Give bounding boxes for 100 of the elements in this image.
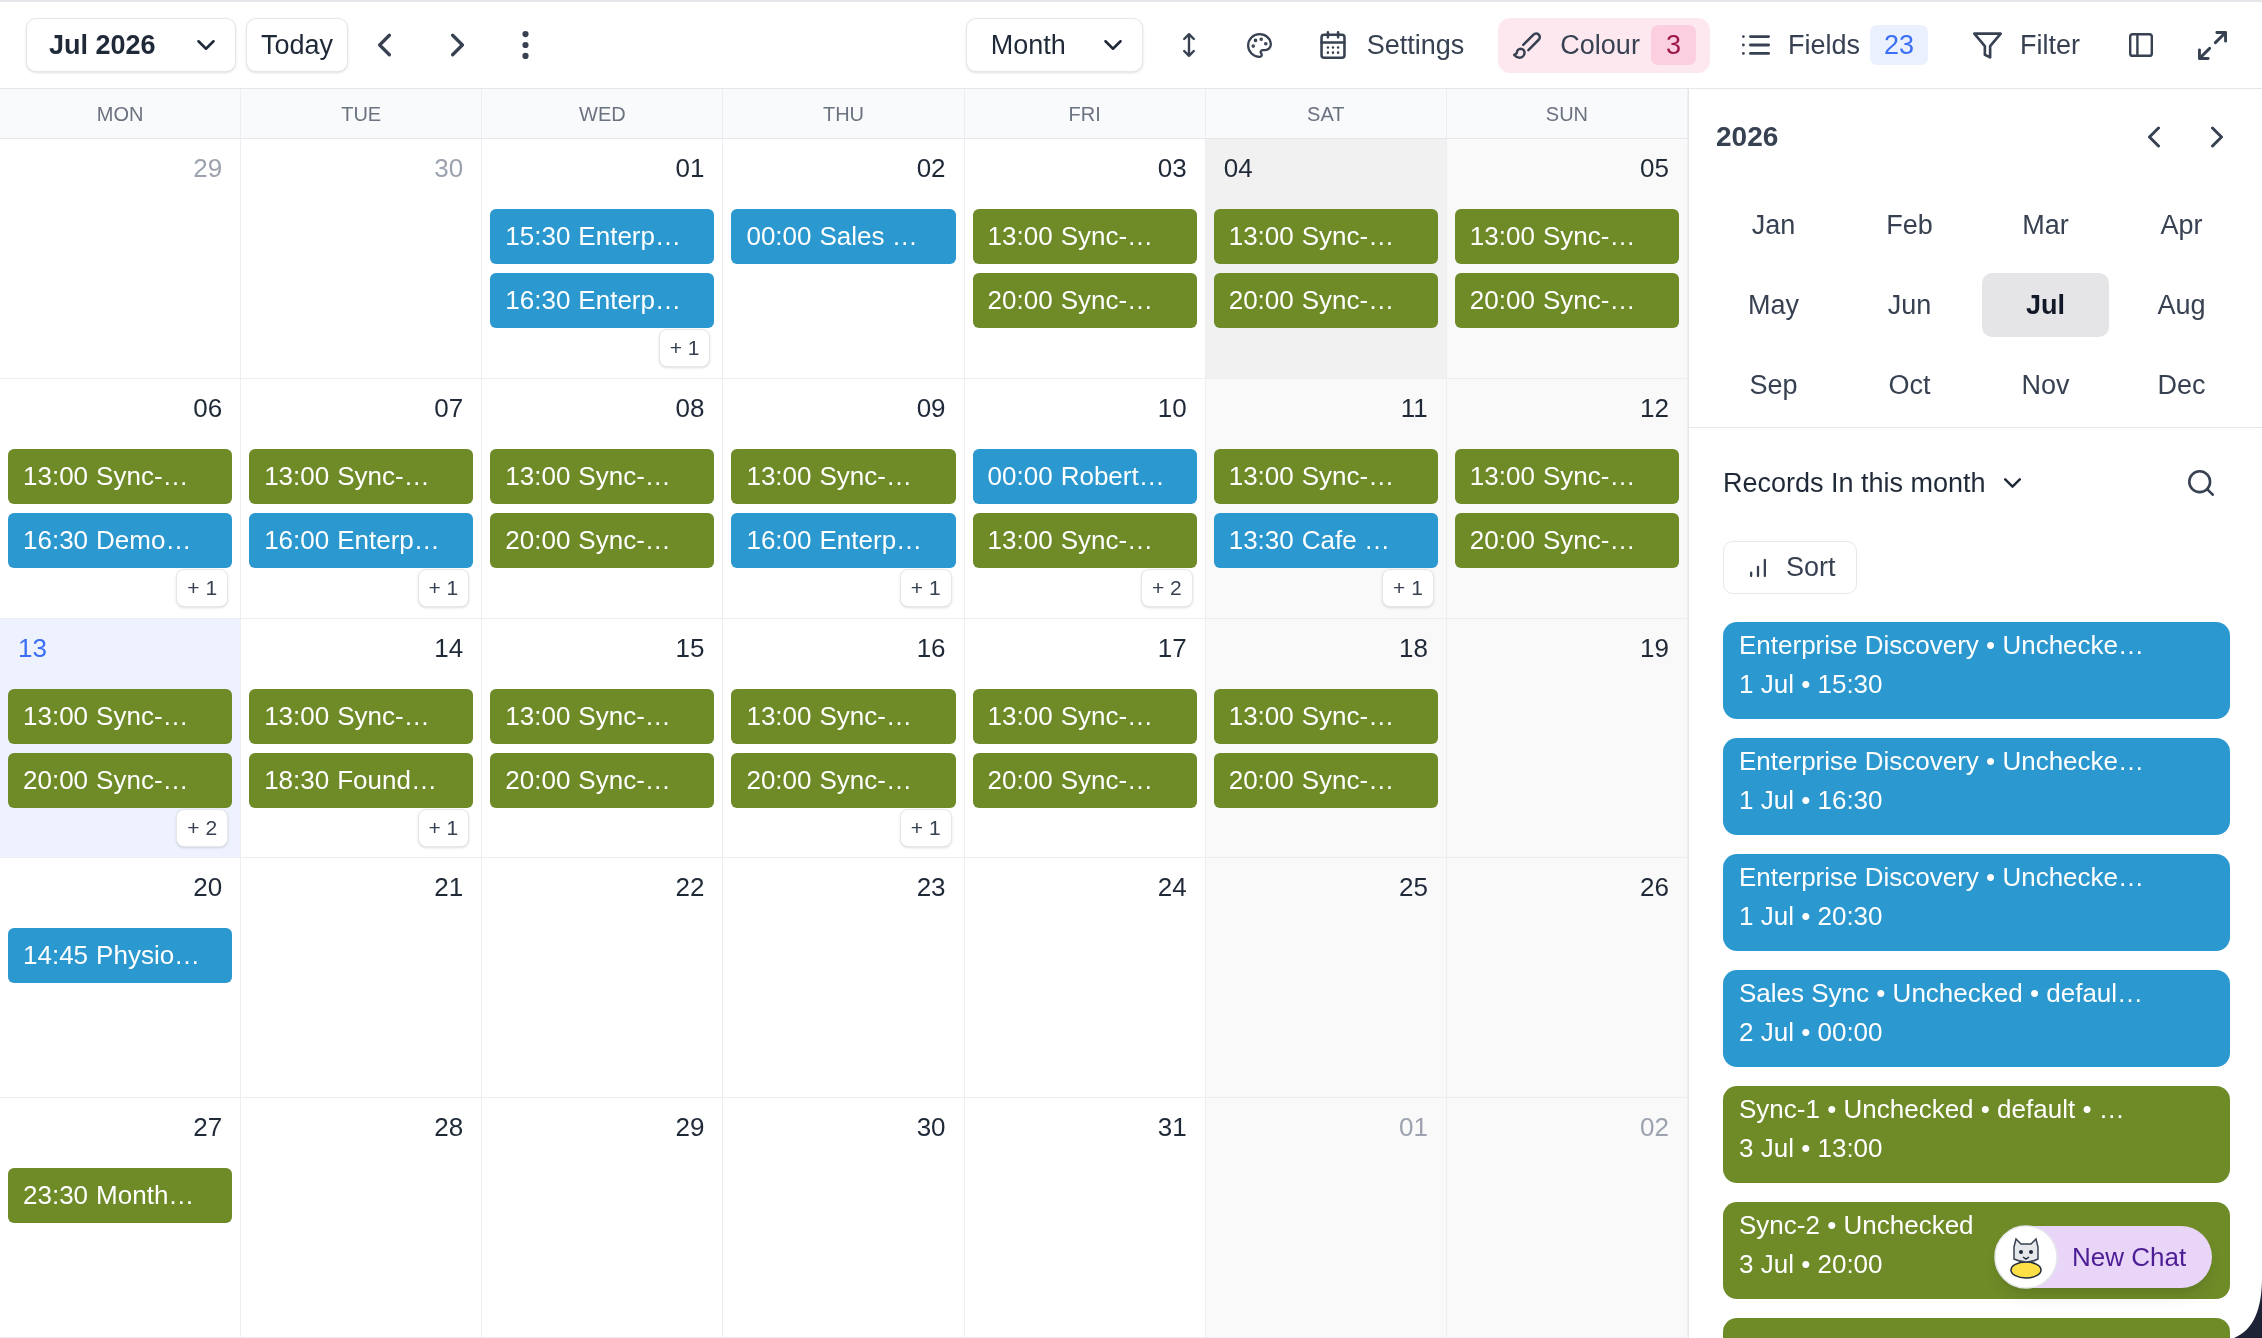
month-option[interactable]: Jul: [1982, 273, 2109, 337]
month-option[interactable]: Feb: [1846, 193, 1973, 257]
day-cell[interactable]: 11 13:00 Sync-… 13:30 Cafe … + 1: [1205, 378, 1447, 619]
more-events-button[interactable]: + 1: [1382, 568, 1434, 607]
up-down-arrow-icon[interactable]: [1182, 32, 1195, 58]
day-cell[interactable]: 23: [723, 858, 965, 1099]
palette-icon[interactable]: [1246, 32, 1272, 58]
period-dropdown[interactable]: Jul 2026: [26, 18, 236, 72]
chevron-right-icon[interactable]: [2211, 126, 2223, 148]
expand-icon[interactable]: [2198, 30, 2227, 60]
calendar-event[interactable]: 20:00 Sync-…: [972, 752, 1197, 808]
day-cell[interactable]: 17 13:00 Sync-… 20:00 Sync-…: [964, 618, 1206, 859]
day-cell[interactable]: 14 13:00 Sync-… 18:30 Found… + 1: [241, 618, 483, 859]
calendar-event[interactable]: 23:30 Month…: [8, 1168, 233, 1224]
day-cell[interactable]: 12 13:00 Sync-… 20:00 Sync-…: [1446, 378, 1688, 619]
calendar-event[interactable]: 13:00 Sync-…: [1454, 448, 1679, 504]
calendar-event[interactable]: 13:00 Sync-…: [731, 448, 956, 504]
chevron-right-icon[interactable]: [451, 33, 465, 57]
chevron-left-icon[interactable]: [2148, 126, 2160, 148]
day-cell[interactable]: 27 23:30 Month…: [0, 1098, 242, 1338]
day-cell[interactable]: 06 13:00 Sync-… 16:30 Demo… + 1: [0, 378, 242, 619]
calendar-event[interactable]: 13:00 Sync-…: [1213, 209, 1438, 264]
day-cell[interactable]: 09 13:00 Sync-… 16:00 Enterp… + 1: [723, 378, 965, 619]
filter-button[interactable]: Filter: [1973, 17, 2080, 73]
month-option[interactable]: Sep: [1710, 353, 1837, 417]
more-events-button[interactable]: + 1: [658, 329, 711, 367]
more-vertical-icon[interactable]: [522, 31, 530, 59]
day-cell[interactable]: 24: [964, 858, 1206, 1099]
calendar-event[interactable]: 13:00 Sync-…: [490, 448, 715, 504]
today-button[interactable]: Today: [246, 18, 349, 72]
calendar-event[interactable]: 13:00 Sync-…: [1454, 209, 1679, 264]
sidebar-toggle-icon[interactable]: [2129, 33, 2153, 57]
calendar-event[interactable]: 13:00 Sync-…: [972, 688, 1197, 744]
day-cell[interactable]: 16 13:00 Sync-… 20:00 Sync-… + 1: [723, 618, 965, 859]
month-option[interactable]: Apr: [2118, 193, 2245, 257]
view-dropdown[interactable]: Month: [965, 18, 1143, 72]
month-option[interactable]: Jun: [1846, 273, 1973, 337]
more-events-button[interactable]: + 2: [176, 808, 229, 847]
day-cell[interactable]: 29: [482, 1098, 724, 1338]
more-events-button[interactable]: + 1: [417, 808, 470, 847]
more-events-button[interactable]: + 1: [417, 568, 470, 607]
day-cell[interactable]: 21: [241, 858, 483, 1099]
calendar-event[interactable]: 13:00 Sync-…: [1213, 448, 1438, 504]
more-events-button[interactable]: + 2: [1140, 568, 1193, 607]
day-cell[interactable]: 26: [1446, 858, 1688, 1099]
day-cell[interactable]: 02 00:00 Sales …: [723, 139, 965, 379]
day-cell[interactable]: 28: [241, 1098, 483, 1338]
day-cell[interactable]: 19: [1446, 618, 1688, 859]
records-dropdown[interactable]: Records In this month: [1723, 462, 2021, 504]
day-cell[interactable]: 25: [1205, 858, 1447, 1099]
day-cell[interactable]: 31: [964, 1098, 1206, 1338]
fields-button[interactable]: Fields 23: [1741, 17, 1928, 73]
new-chat-button[interactable]: New Chat: [1995, 1226, 2213, 1288]
calendar-event[interactable]: 13:00 Sync-…: [249, 448, 474, 504]
month-option[interactable]: Jan: [1710, 193, 1837, 257]
calendar-event[interactable]: 13:00 Sync-…: [972, 512, 1197, 568]
month-option[interactable]: Nov: [1982, 353, 2109, 417]
calendar-event[interactable]: 20:00 Sync-…: [490, 512, 715, 568]
calendar-event[interactable]: 20:00 Sync-…: [972, 273, 1197, 328]
month-option[interactable]: Mar: [1982, 193, 2109, 257]
calendar-event[interactable]: 13:00 Sync-…: [1213, 688, 1438, 744]
day-cell[interactable]: 18 13:00 Sync-… 20:00 Sync-…: [1205, 618, 1447, 859]
calendar-event[interactable]: 20:00 Sync-…: [490, 752, 715, 808]
calendar-event[interactable]: 20:00 Sync-…: [1454, 273, 1679, 328]
calendar-event[interactable]: 13:00 Sync-…: [731, 688, 956, 744]
day-cell[interactable]: 20 14:45 Physio…: [0, 858, 242, 1099]
day-cell[interactable]: 10 00:00 Robert… 13:00 Sync-… + 2: [964, 378, 1206, 619]
calendar-event[interactable]: 13:00 Sync-…: [8, 448, 233, 504]
day-cell[interactable]: 05 13:00 Sync-… 20:00 Sync-…: [1446, 139, 1688, 379]
settings-button[interactable]: Settings: [1315, 18, 1469, 72]
calendar-event[interactable]: 13:00 Sync-…: [490, 688, 715, 744]
more-events-button[interactable]: + 1: [176, 568, 229, 607]
calendar-event[interactable]: 20:00 Sync-…: [1213, 752, 1438, 808]
calendar-event[interactable]: 13:00 Sync-…: [8, 688, 233, 744]
month-option[interactable]: Oct: [1846, 353, 1973, 417]
colour-button[interactable]: Colour 3: [1498, 17, 1710, 73]
sort-button[interactable]: Sort: [1723, 541, 1857, 594]
month-option[interactable]: May: [1710, 273, 1837, 337]
search-icon[interactable]: [2188, 470, 2214, 496]
day-cell[interactable]: 01 15:30 Enterp… 16:30 Enterp… + 1: [482, 139, 724, 379]
day-cell[interactable]: 07 13:00 Sync-… 16:00 Enterp… + 1: [241, 378, 483, 619]
month-option[interactable]: Aug: [2118, 273, 2245, 337]
record-card[interactable]: Sync-1 • Unchecked • default • … 3 Jul • 13:00: [1723, 1086, 2230, 1183]
day-cell[interactable]: 22: [482, 858, 724, 1099]
calendar-event[interactable]: 20:00 Sync-…: [1454, 512, 1679, 568]
day-cell[interactable]: 08 13:00 Sync-… 20:00 Sync-…: [482, 378, 724, 619]
day-cell[interactable]: 30: [723, 1098, 965, 1338]
calendar-event[interactable]: 13:00 Sync-…: [249, 688, 474, 744]
calendar-event[interactable]: 20:00 Sync-…: [731, 752, 956, 808]
more-events-button[interactable]: + 1: [899, 568, 952, 607]
chevron-left-icon[interactable]: [378, 33, 392, 57]
day-cell[interactable]: 15 13:00 Sync-… 20:00 Sync-…: [482, 618, 724, 859]
calendar-event[interactable]: 20:00 Sync-…: [8, 752, 233, 808]
calendar-event[interactable]: 13:00 Sync-…: [972, 209, 1197, 264]
calendar-event[interactable]: 18:30 Found…: [249, 752, 474, 808]
day-cell[interactable]: 04 13:00 Sync-… 20:00 Sync-…: [1205, 139, 1447, 379]
calendar-event[interactable]: 20:00 Sync-…: [1213, 273, 1438, 328]
more-events-button[interactable]: + 1: [899, 808, 952, 847]
month-option[interactable]: Dec: [2118, 353, 2245, 417]
day-cell[interactable]: 03 13:00 Sync-… 20:00 Sync-…: [964, 139, 1206, 379]
